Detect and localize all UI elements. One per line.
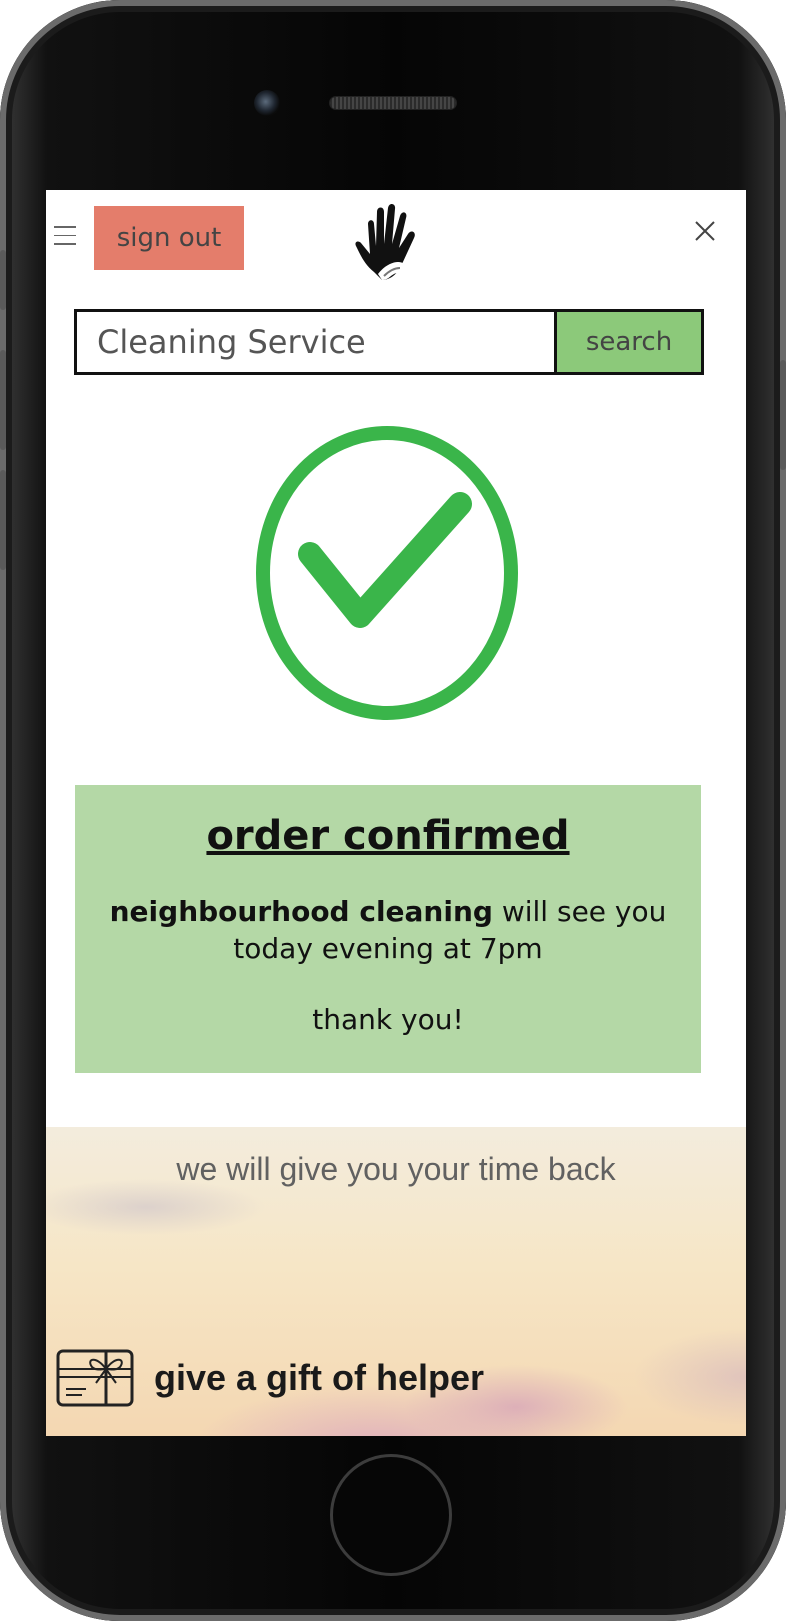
search-bar: search — [74, 309, 704, 375]
order-confirmation-panel: order confirmed neighbourhood cleaning w… — [75, 785, 701, 1073]
gift-card-icon — [56, 1349, 134, 1407]
phone-frame: sign out search order confirmed neighbou… — [0, 0, 786, 1621]
volume-up-button — [0, 350, 6, 450]
confirmation-title: order confirmed — [206, 813, 570, 859]
mute-switch — [0, 250, 6, 310]
front-camera — [254, 90, 280, 116]
tagline: we will give you your time back — [176, 1151, 616, 1187]
power-button — [780, 360, 786, 470]
gift-label: give a gift of helper — [154, 1357, 485, 1398]
thank-you-text: thank you! — [312, 1003, 464, 1036]
menu-icon[interactable] — [54, 226, 76, 245]
app-screen: sign out search order confirmed neighbou… — [46, 190, 746, 1436]
volume-down-button — [0, 470, 6, 570]
hand-logo-icon — [355, 203, 415, 280]
search-button[interactable]: search — [554, 312, 701, 372]
provider-name: neighbourhood cleaning — [109, 895, 493, 928]
search-input[interactable] — [77, 312, 554, 372]
confirmation-message: neighbourhood cleaning will see you toda… — [75, 893, 701, 967]
gift-link[interactable]: give a gift of helper — [56, 1349, 484, 1407]
promo-banner: we will give you your time back give a g… — [46, 1127, 746, 1436]
home-button[interactable] — [330, 1454, 452, 1576]
checkmark-circle-icon — [256, 426, 518, 720]
sign-out-button[interactable]: sign out — [94, 206, 244, 270]
close-icon[interactable] — [694, 220, 716, 242]
earpiece-speaker — [330, 97, 456, 109]
